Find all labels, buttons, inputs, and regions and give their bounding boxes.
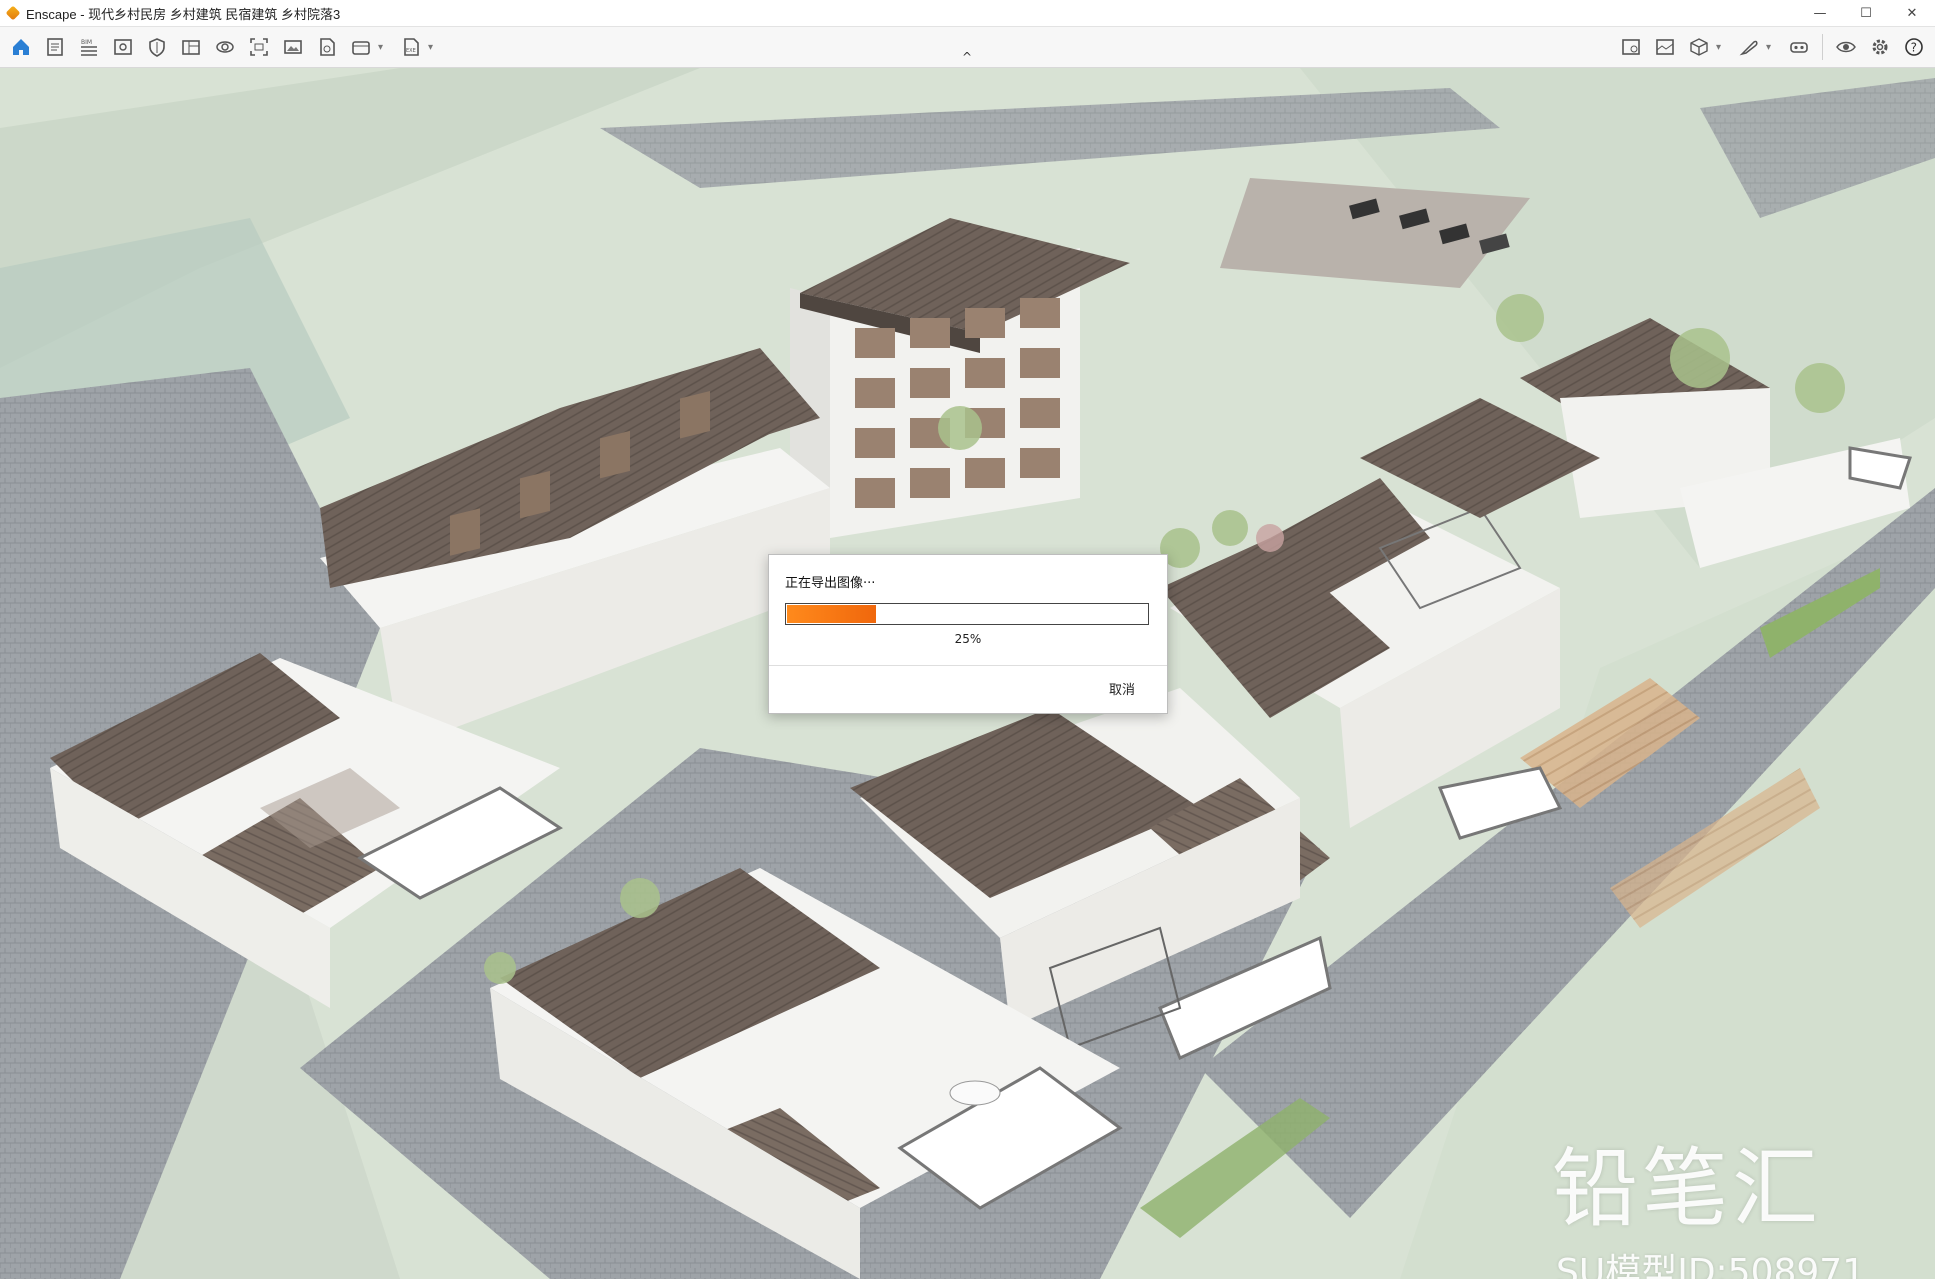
capture-icon <box>250 38 268 56</box>
dialog-divider <box>769 665 1167 666</box>
watermark-brand: 铅笔汇 <box>1552 1139 1822 1239</box>
home-icon <box>13 39 29 55</box>
screenshot-button[interactable] <box>278 32 308 62</box>
image-button[interactable] <box>312 32 342 62</box>
export-icon: EXE <box>404 38 419 56</box>
asset-library-icon <box>1622 39 1640 55</box>
cube-dropdown-icon[interactable]: ▾ <box>1716 42 1726 53</box>
screenshot-icon <box>284 40 302 54</box>
asset-library-button[interactable] <box>1616 32 1646 62</box>
settings-button[interactable] <box>1865 32 1895 62</box>
toolbar-divider <box>1822 34 1823 60</box>
toolbar-collapse-caret-icon[interactable]: ^ <box>958 50 976 64</box>
window-controls: — ☐ ✕ <box>1797 0 1935 26</box>
document-button[interactable] <box>40 32 70 62</box>
capture-button[interactable] <box>244 32 274 62</box>
shield-button[interactable] <box>142 32 172 62</box>
bim-icon: BIM <box>81 39 97 56</box>
batch-render-button[interactable] <box>346 32 376 62</box>
vr-headset-button[interactable] <box>1784 32 1814 62</box>
title-bar: Enscape - 现代乡村民房 乡村建筑 民宿建筑 乡村院落3 — ☐ ✕ <box>0 0 1935 27</box>
home-button[interactable] <box>6 32 36 62</box>
svg-text:EXE: EXE <box>406 48 416 54</box>
maximize-button[interactable]: ☐ <box>1843 0 1889 26</box>
batch-render-dropdown-icon[interactable]: ▾ <box>378 42 388 53</box>
cancel-button[interactable]: 取消 <box>1109 679 1135 698</box>
settings-gear-icon <box>1872 39 1888 55</box>
views-list-button[interactable] <box>176 32 206 62</box>
export-button[interactable]: EXE <box>396 32 426 62</box>
progress-percent: 25% <box>954 632 982 646</box>
orbit-button[interactable] <box>210 32 240 62</box>
vr-headset-icon <box>1790 42 1808 53</box>
batch-render-icon <box>352 41 370 55</box>
help-button[interactable]: ? <box>1899 32 1929 62</box>
dialog-title: 正在导出图像··· <box>785 576 876 591</box>
material-icon <box>1656 39 1674 55</box>
window-title: Enscape - 现代乡村民房 乡村建筑 民宿建筑 乡村院落3 <box>26 6 341 22</box>
bim-button[interactable]: BIM <box>74 32 104 62</box>
enscape-logo-icon <box>5 5 21 21</box>
view-icon <box>114 39 132 55</box>
view-button[interactable] <box>108 32 138 62</box>
cube-icon <box>1690 38 1708 56</box>
watermark-model-id: SU模型ID:508971 <box>1556 1252 1866 1279</box>
minimize-button[interactable]: — <box>1797 0 1843 26</box>
image-icon <box>320 38 335 56</box>
toolbar-left-group: BIM ▾ EXE ▾ <box>4 27 444 67</box>
svg-text:?: ? <box>1911 41 1917 55</box>
views-list-icon <box>182 40 200 55</box>
progress-bar-fill <box>787 605 876 623</box>
material-button[interactable] <box>1650 32 1680 62</box>
feather-dropdown-icon[interactable]: ▾ <box>1766 42 1776 53</box>
shield-icon <box>149 38 165 57</box>
help-icon: ? <box>1905 38 1923 56</box>
orbit-icon <box>216 41 234 53</box>
toolbar-right-group: ▾ ▾ ? <box>1614 27 1931 67</box>
export-dropdown-icon[interactable]: ▾ <box>428 42 438 53</box>
cube-button[interactable] <box>1684 32 1714 62</box>
feather-icon <box>1739 40 1758 56</box>
export-progress-dialog: 正在导出图像··· 25% 取消 <box>768 554 1168 714</box>
svg-text:BIM: BIM <box>81 39 92 46</box>
document-icon <box>47 38 63 56</box>
feather-button[interactable] <box>1734 32 1764 62</box>
close-button[interactable]: ✕ <box>1889 0 1935 26</box>
visual-settings-icon <box>1836 41 1856 53</box>
progress-bar <box>785 603 1149 625</box>
visual-settings-button[interactable] <box>1831 32 1861 62</box>
